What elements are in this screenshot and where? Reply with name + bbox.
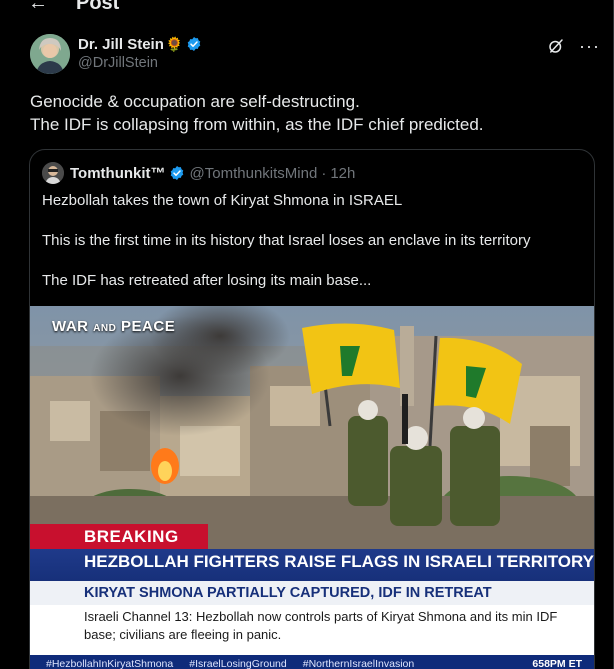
post-author: Dr. Jill Stein 🌻 @DrJillStein ··· <box>30 34 600 78</box>
brand-word: AND <box>93 323 117 334</box>
quoted-author-handle[interactable]: @TomthunkitsMind <box>190 165 318 182</box>
avatar[interactable] <box>30 34 70 74</box>
quoted-text-line: Hezbollah takes the town of Kiryat Shmon… <box>42 192 403 209</box>
grok-icon[interactable] <box>547 37 565 55</box>
quoted-avatar[interactable] <box>42 162 64 184</box>
more-options-icon[interactable]: ··· <box>579 37 600 55</box>
news-ticker: #HezbollahInKiryatShmona #IsraelLosingGr… <box>30 655 594 669</box>
post-text-line: Genocide & occupation are self-destructi… <box>30 92 360 111</box>
post-text: Genocide & occupation are self-destructi… <box>30 90 590 136</box>
media-brand-logo: WAR AND PEACE <box>52 318 175 335</box>
ticker-clock: 658PM ET <box>532 658 582 669</box>
breaking-banner: BREAKING <box>30 524 208 549</box>
page-title: Post <box>76 0 120 14</box>
author-handle[interactable]: @DrJillStein <box>78 55 202 71</box>
back-arrow-icon[interactable]: ← <box>28 0 48 13</box>
brand-word: PEACE <box>121 318 176 335</box>
quoted-media-image[interactable]: WAR AND PEACE BREAKING HEZBOLLAH FIGHTER… <box>30 306 595 669</box>
post-text-line: The IDF is collapsing from within, as th… <box>30 115 484 134</box>
quoted-text-line: This is the first time in its history th… <box>42 232 531 249</box>
verified-badge-icon <box>170 166 183 180</box>
news-headline: HEZBOLLAH FIGHTERS RAISE FLAGS IN ISRAEL… <box>84 552 595 571</box>
news-subhead: KIRYAT SHMONA PARTIALLY CAPTURED, IDF IN… <box>84 585 492 601</box>
brand-word: WAR <box>52 318 89 335</box>
ticker-hashtag: #NorthernIsraelInvasion <box>302 658 415 669</box>
quoted-author-name[interactable]: Tomthunkit™ <box>70 165 166 182</box>
ticker-hashtag: #HezbollahInKiryatShmona <box>46 658 174 669</box>
top-bar: ← Post <box>0 0 614 18</box>
quoted-timestamp[interactable]: 12h <box>330 165 355 182</box>
news-info-text: Israeli Channel 13: Hezbollah now contro… <box>84 609 558 642</box>
ticker-hashtag: #IsraelLosingGround <box>189 658 287 669</box>
quoted-post[interactable]: Tomthunkit™ @TomthunkitsMind · 12h Hezbo… <box>29 149 595 669</box>
verified-badge-icon <box>188 37 201 51</box>
sunflower-icon: 🌻 <box>165 35 184 52</box>
author-name[interactable]: Dr. Jill Stein <box>78 36 164 53</box>
quoted-text-line: The IDF has retreated after losing its m… <box>42 272 372 289</box>
separator-dot: · <box>321 164 327 182</box>
